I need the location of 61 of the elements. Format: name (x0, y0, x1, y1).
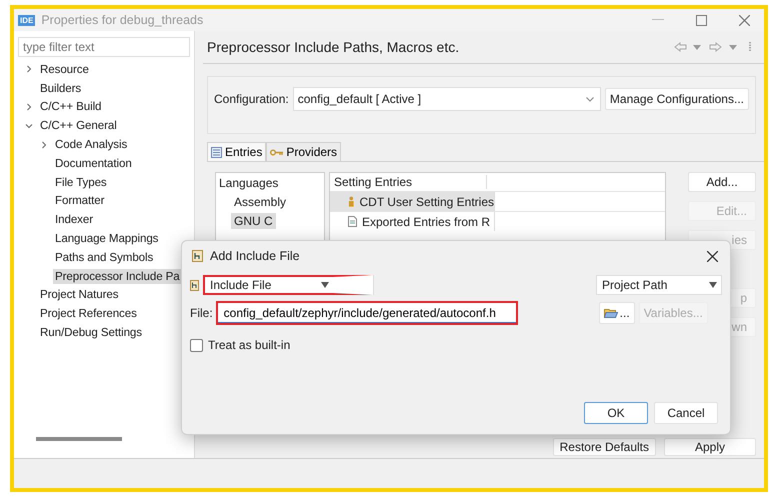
configuration-label: Configuration: (214, 92, 289, 106)
tree-item[interactable]: Code Analysis (53, 137, 130, 152)
maximize-icon[interactable] (696, 14, 707, 26)
chevron-down-icon (586, 96, 594, 102)
tree-item[interactable]: Documentation (53, 156, 134, 171)
page-title: Preprocessor Include Paths, Macros etc. (207, 39, 460, 55)
apply-button[interactable]: Apply (664, 438, 756, 456)
chevron-right-icon[interactable] (40, 140, 48, 149)
language-item[interactable]: GNU C (231, 213, 276, 229)
window-title: Properties for debug_threads (41, 13, 204, 27)
manage-configurations-button[interactable]: Manage Configurations... (604, 88, 749, 110)
language-item[interactable]: Assembly (231, 194, 290, 210)
chevron-right-icon[interactable] (25, 102, 33, 111)
side-button[interactable]: Add... (688, 172, 756, 192)
header-file-icon (190, 280, 199, 290)
chevron-right-icon[interactable] (25, 65, 33, 74)
file-path-field[interactable]: config_default/zephyr/include/generated/autoconf.h (216, 302, 517, 324)
folder-icon (604, 308, 618, 318)
tree-item[interactable]: Builders (38, 80, 84, 96)
cancel-button[interactable]: Cancel (654, 402, 718, 424)
app-logo: IDE (18, 14, 36, 26)
document-icon (348, 216, 357, 227)
entry-item[interactable]: CDT User Setting Entries (330, 192, 494, 211)
scrollbar-thumb[interactable] (36, 437, 122, 441)
tree-item[interactable]: Project References (38, 306, 139, 322)
close-icon[interactable] (707, 250, 718, 262)
tree-item[interactable]: C/C++ Build (38, 99, 104, 114)
browse-button[interactable]: ... (598, 302, 635, 324)
configuration-dropdown[interactable]: config_default [ Active ] (292, 87, 601, 111)
header-file-icon (192, 250, 203, 262)
tree-item[interactable]: Language Mappings (53, 231, 160, 246)
tree-item[interactable]: C/C++ General (38, 118, 119, 134)
tree-item[interactable]: Preprocessor Include Pa (53, 268, 182, 284)
person-icon (348, 196, 354, 207)
navigation-arrows-icon[interactable] (674, 42, 754, 52)
dialog-title: Add Include File (210, 249, 300, 263)
column-header: Setting Entries (330, 175, 487, 189)
tree-item[interactable]: Project Natures (38, 287, 120, 302)
restore-defaults-button[interactable]: Restore Defaults (552, 438, 656, 456)
file-label: File: (190, 306, 213, 320)
entry-item[interactable]: Exported Entries from R (330, 212, 494, 231)
checkbox-label: Treat as built-in (208, 338, 290, 352)
list-header: Languages (219, 176, 280, 190)
tree-item[interactable]: Indexer (53, 212, 95, 228)
tab[interactable]: Entries (207, 142, 266, 161)
chevron-down-icon[interactable] (25, 122, 33, 130)
ok-button[interactable]: OK (584, 402, 648, 424)
file-type-dropdown[interactable]: Include File (203, 275, 373, 295)
tree-item[interactable]: File Types (53, 174, 109, 190)
tab[interactable]: Providers (266, 142, 342, 161)
checkbox[interactable] (190, 338, 203, 352)
dropdown-arrow-icon (321, 282, 329, 288)
key-icon (270, 148, 284, 156)
dropdown-arrow-icon (709, 282, 717, 288)
tree-item[interactable]: Formatter (53, 193, 106, 208)
list-icon (211, 146, 222, 158)
tree-item[interactable]: Paths and Symbols (53, 250, 156, 265)
tree-item[interactable]: Resource (38, 62, 91, 77)
filter-field[interactable]: type filter text (18, 37, 190, 57)
path-type-dropdown[interactable]: Project Path (596, 275, 722, 295)
tree-item[interactable]: Run/Debug Settings (38, 325, 144, 340)
